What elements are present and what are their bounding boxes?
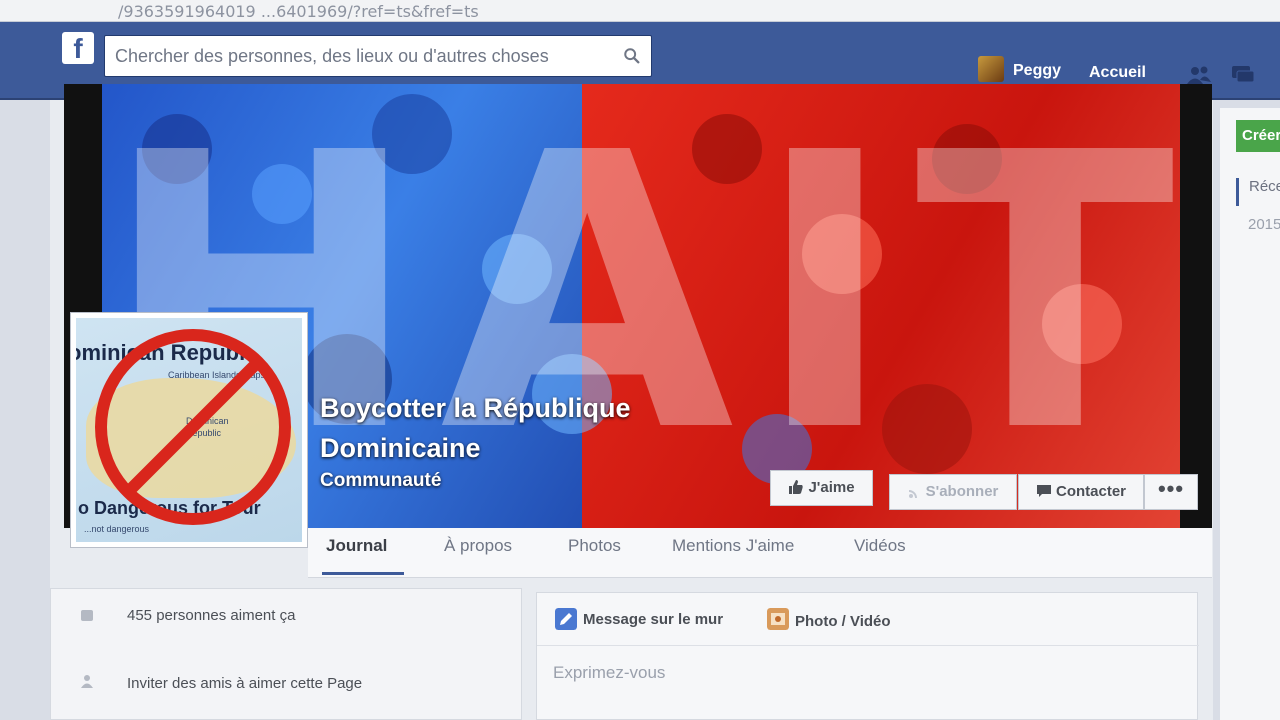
message-icon xyxy=(1036,485,1051,497)
photo-icon xyxy=(767,608,789,630)
page-title[interactable]: Boycotter la République Dominicaine xyxy=(320,388,750,468)
post-composer: Message sur le mur Photo / Vidéo Exprime… xyxy=(536,592,1199,720)
facebook-logo[interactable]: f xyxy=(62,32,94,64)
rss-icon xyxy=(908,490,917,499)
pencil-icon xyxy=(555,608,577,630)
tab-likes[interactable]: Mentions J'aime xyxy=(672,536,794,556)
address-bar[interactable]: /9363591964019 ...6401969/?ref=ts&fref=t… xyxy=(0,0,1280,22)
status-tab[interactable]: Message sur le mur xyxy=(583,611,723,628)
profile-picture[interactable]: ominican Republ Caribbean Islands Maps D… xyxy=(70,312,308,548)
contact-button[interactable]: Contacter xyxy=(1018,474,1144,510)
about-box: 455 personnes aiment ça Inviter des amis… xyxy=(50,588,522,720)
home-link[interactable]: Accueil xyxy=(1089,64,1146,82)
page-category[interactable]: Communauté xyxy=(320,470,441,492)
search-placeholder: Chercher des personnes, des lieux ou d'a… xyxy=(115,46,549,66)
likes-count[interactable]: 455 personnes aiment ça xyxy=(127,607,295,624)
invite-friends-icon xyxy=(81,675,93,688)
photo-video-tab[interactable]: Photo / Vidéo xyxy=(795,613,891,630)
likes-icon xyxy=(81,610,93,621)
thumbs-up-icon xyxy=(789,480,804,494)
friends-icon[interactable] xyxy=(1186,64,1212,86)
subscribe-button[interactable]: S'abonner xyxy=(889,474,1017,510)
tab-photos[interactable]: Photos xyxy=(568,536,621,556)
avatar[interactable] xyxy=(978,56,1004,82)
search-input[interactable]: Chercher des personnes, des lieux ou d'a… xyxy=(104,35,652,77)
active-tab-indicator xyxy=(322,572,404,575)
create-button[interactable]: Créer xyxy=(1236,120,1280,152)
like-label: J'aime xyxy=(808,479,855,496)
contact-label: Contacter xyxy=(1055,483,1126,500)
timeline-year-link[interactable]: 2015 xyxy=(1248,216,1280,233)
messages-icon[interactable] xyxy=(1230,64,1256,86)
url-text: /9363591964019 ...6401969/?ref=ts&fref=t… xyxy=(118,2,479,21)
like-button[interactable]: J'aime xyxy=(770,470,873,506)
profile-link[interactable]: Peggy xyxy=(1013,62,1061,80)
tab-journal[interactable]: Journal xyxy=(326,536,387,556)
prohibited-icon xyxy=(95,329,291,525)
tab-about[interactable]: À propos xyxy=(444,536,512,556)
page-tabs: Journal À propos Photos Mentions J'aime … xyxy=(308,528,1212,578)
more-options-button[interactable]: ••• xyxy=(1144,474,1198,510)
subscribe-label: S'abonner xyxy=(925,483,999,500)
composer-input[interactable]: Exprimez-vous xyxy=(553,663,665,683)
tab-videos[interactable]: Vidéos xyxy=(854,536,906,556)
search-icon[interactable] xyxy=(623,47,641,65)
timeline-recent-link[interactable]: Récent xyxy=(1236,178,1280,206)
invite-friends-link[interactable]: Inviter des amis à aimer cette Page xyxy=(127,675,362,692)
